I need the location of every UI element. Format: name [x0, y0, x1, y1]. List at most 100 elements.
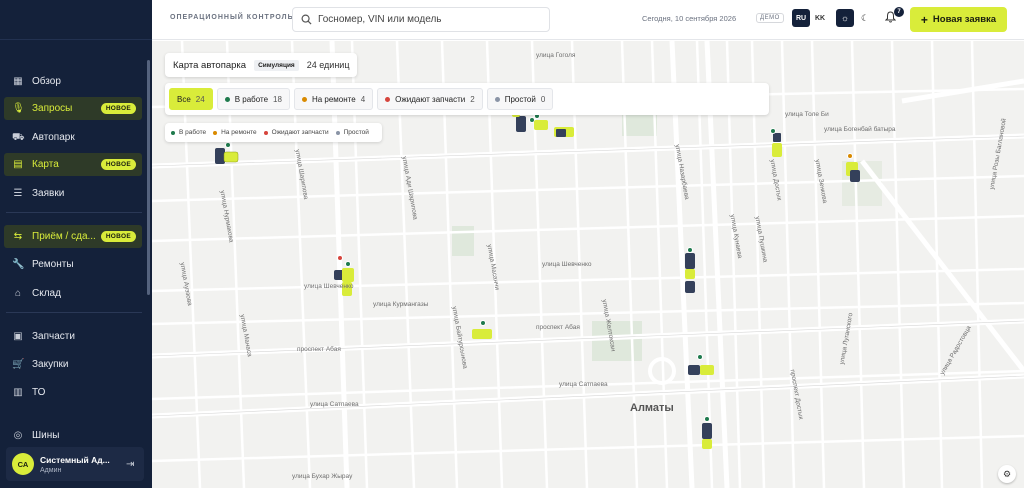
sidebar-item-handover[interactable]: ⇆ Приём / сда... НОВОЕ: [4, 225, 142, 248]
sidebar-item-label: Шины: [32, 430, 60, 441]
sidebar-item-purchases[interactable]: 🛒 Закупки: [4, 353, 142, 376]
wrench-icon: 🔧: [12, 258, 25, 270]
sidebar: ▦ Обзор 🎙 Запросы НОВОЕ ⛟ Автопарк ▤ Кар…: [0, 0, 152, 488]
demo-badge: ДЕМО: [756, 13, 784, 23]
sidebar-item-label: Склад: [32, 288, 61, 299]
street-label: улица Сатпаева: [559, 381, 608, 388]
sidebar-item-parts[interactable]: ▣ Запчасти: [4, 325, 142, 348]
user-name: Системный Ад...: [40, 454, 110, 465]
sidebar-item-requests[interactable]: 🎙 Запросы НОВОЕ: [4, 97, 142, 120]
sun-icon: ☼: [840, 13, 850, 23]
new-request-label: Новая заявка: [932, 14, 997, 25]
legend-label: На ремонте: [221, 129, 257, 136]
new-badge: НОВОЕ: [100, 159, 136, 170]
legend-label: В работе: [179, 129, 207, 136]
sidebar-item-label: ТО: [32, 387, 46, 398]
sidebar-item-repairs[interactable]: 🔧 Ремонты: [4, 253, 142, 276]
moon-icon: ☾: [860, 12, 870, 23]
filter-label: Простой: [504, 94, 536, 104]
logout-icon[interactable]: ⇥: [126, 459, 138, 470]
sidebar-item-label: Ремонты: [32, 259, 74, 270]
filter-label: Все: [177, 94, 191, 104]
plus-icon: +: [920, 12, 928, 27]
sidebar-item-fleet[interactable]: ⛟ Автопарк: [4, 126, 142, 149]
street-label: улица Бухар Жырау: [292, 473, 353, 480]
status-dot-icon: [213, 130, 218, 135]
sidebar-divider: [6, 312, 142, 313]
gear-icon: ⚙: [1002, 468, 1012, 479]
filter-label: Ожидают запчасти: [395, 94, 466, 104]
legend-label: Простой: [343, 129, 369, 136]
filter-in-repair[interactable]: На ремонте 4: [293, 88, 374, 110]
warehouse-icon: ⌂: [14, 287, 22, 299]
filter-label: В работе: [234, 94, 269, 104]
lang-ru-button[interactable]: RU: [792, 9, 810, 27]
avatar: СА: [12, 453, 34, 475]
street-label: улица Курмангазы: [373, 301, 429, 308]
clipboard-icon: ☰: [13, 187, 23, 199]
lang-kk-button[interactable]: KK: [811, 9, 829, 27]
sidebar-item-label: Запчасти: [32, 331, 75, 342]
light-theme-button[interactable]: ☼: [836, 9, 854, 27]
grid-icon: ▦: [13, 75, 23, 87]
sidebar-item-label: Закупки: [32, 359, 69, 370]
filter-in-work[interactable]: В работе 18: [216, 88, 290, 110]
sidebar-item-map[interactable]: ▤ Карта НОВОЕ: [4, 153, 142, 176]
filter-awaiting-parts[interactable]: Ожидают запчасти 2: [377, 88, 483, 110]
truck-icon: ⛟: [12, 131, 25, 143]
sidebar-item-maintenance[interactable]: ▥ ТО: [4, 381, 142, 404]
sidebar-item-orders[interactable]: ☰ Заявки: [4, 182, 142, 205]
sidebar-item-label: Запросы: [32, 103, 73, 114]
map-settings-button[interactable]: ⚙: [998, 465, 1016, 483]
sidebar-scrollbar[interactable]: [147, 60, 150, 295]
filter-label: На ремонте: [311, 94, 356, 104]
search-box[interactable]: [292, 7, 550, 32]
map-icon: ▤: [13, 158, 23, 170]
new-request-button[interactable]: + Новая заявка: [910, 7, 1007, 32]
sidebar-item-label: Заявки: [32, 188, 65, 199]
legend-label: Ожидают запчасти: [271, 129, 329, 136]
current-date: Сегодня, 10 сентября 2026: [642, 14, 737, 23]
street-label: улица Богенбай батыра: [824, 126, 896, 133]
search-input[interactable]: [318, 14, 538, 25]
sidebar-item-overview[interactable]: ▦ Обзор: [4, 70, 142, 93]
status-dot-icon: [171, 130, 175, 135]
status-dot-icon: [301, 96, 307, 102]
street-label: проспект Абая: [297, 346, 341, 353]
map-legend: В работе На ремонте Ожидают запчасти Про…: [165, 123, 382, 142]
status-dot-icon: [385, 96, 391, 102]
filter-all[interactable]: Все 24: [169, 88, 213, 110]
street-label: улица Гоголя: [536, 52, 576, 59]
mic-icon: 🎙: [12, 102, 25, 114]
new-badge: НОВОЕ: [100, 103, 136, 114]
top-header: ОПЕРАЦИОННЫЙ КОНТРОЛЬ Сегодня, 10 сентяб…: [152, 0, 1024, 40]
street-label: улица Сатпаева: [310, 401, 359, 408]
filter-count: 4: [360, 94, 366, 104]
filter-idle[interactable]: Простой 0: [486, 88, 554, 110]
sidebar-item-tires[interactable]: ◎ Шины: [4, 424, 142, 447]
user-card[interactable]: СА Системный Ад... Админ ⇥: [6, 447, 144, 481]
status-filter-bar: Все 24 В работе 18 На ремонте 4 Ожидают …: [165, 83, 769, 115]
filter-count: 0: [540, 94, 546, 104]
map-title: Карта автопарка: [173, 59, 247, 71]
filter-count: 2: [470, 94, 475, 104]
sidebar-item-warehouse[interactable]: ⌂ Склад: [4, 282, 142, 305]
section-label: ОПЕРАЦИОННЫЙ КОНТРОЛЬ: [170, 14, 294, 21]
simulation-badge: Симуляция: [254, 59, 299, 71]
filter-count: 24: [195, 94, 205, 104]
unit-count: 24 единиц: [306, 60, 350, 70]
street-label: улица Шевченко: [304, 283, 354, 290]
fleet-map[interactable]: улица Гоголя улица Толе Би улица Богенба…: [152, 41, 1024, 488]
filter-count: 18: [273, 94, 282, 104]
dark-theme-button[interactable]: ☾: [856, 9, 874, 27]
search-icon: [301, 14, 312, 25]
status-dot-icon: [224, 96, 230, 102]
calendar-icon: ▥: [13, 386, 23, 398]
status-dot-icon: [263, 130, 268, 135]
city-label: Алматы: [630, 402, 674, 414]
status-dot-icon: [494, 96, 500, 102]
new-badge: НОВОЕ: [100, 231, 136, 242]
box-icon: ▣: [13, 330, 23, 342]
tire-icon: ◎: [13, 429, 23, 441]
sidebar-item-label: Обзор: [32, 76, 61, 87]
